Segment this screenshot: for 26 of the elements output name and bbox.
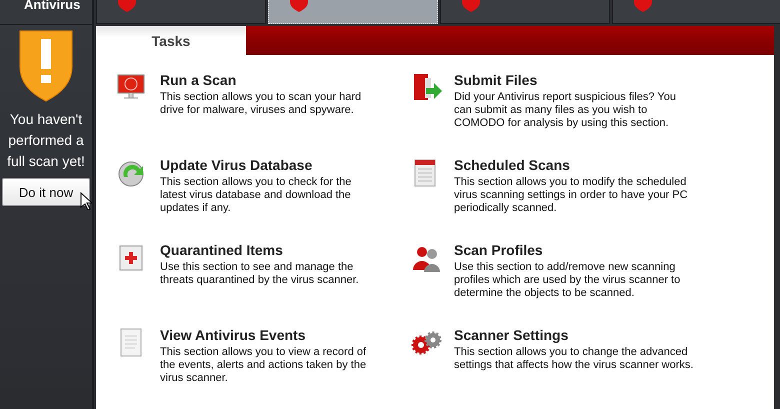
task-description: This section allows you to check for the latest virus database and download the updates if any. bbox=[160, 176, 352, 215]
task-description: Use this section to see and manage the threats quarantined by the virus scanner. bbox=[160, 261, 360, 287]
task-description: Did your Antivirus report suspicious files? You can submit as many files as you wish to COMODO for analysis by using this section. bbox=[454, 91, 677, 130]
shield-icon bbox=[461, 0, 481, 12]
shield-icon bbox=[117, 0, 137, 12]
task-link[interactable]: Submit Files bbox=[454, 72, 694, 88]
nav-tab[interactable] bbox=[612, 0, 780, 24]
task-link[interactable]: Scheduled Scans bbox=[454, 157, 694, 173]
task-link[interactable]: Run a Scan bbox=[160, 72, 375, 88]
mouse-cursor-icon bbox=[80, 192, 92, 210]
task-description: This section allows you to modify the scheduled virus scanning settings in order to have your PC periodically scanned. bbox=[454, 176, 689, 215]
shield-icon bbox=[289, 0, 309, 12]
scan-warning-text: You haven't performed a full scan yet! bbox=[6, 110, 86, 171]
task-link[interactable]: View Antivirus Events bbox=[160, 327, 375, 343]
task-link[interactable]: Scan Profiles bbox=[454, 242, 694, 258]
task-link[interactable]: Quarantined Items bbox=[160, 242, 375, 258]
shield-icon bbox=[633, 0, 653, 12]
task-description: This section allows you to view a record of the events, alerts and actions taken by the virus scanner. bbox=[160, 346, 368, 385]
task-description: Use this section to add/remove new scanning profiles which are used by the virus scanner to determine the objects to be scanned. bbox=[454, 261, 682, 300]
do-it-now-button[interactable]: Do it now bbox=[2, 178, 90, 206]
task-link[interactable]: Update Virus Database bbox=[160, 157, 375, 173]
task-description: This section allows you to change the advanced settings that affects how the virus scanner works. bbox=[454, 346, 694, 372]
task-description: This section allows you to scan your hard drive for malware, viruses and spyware. bbox=[160, 91, 362, 117]
nav-tab[interactable] bbox=[440, 0, 610, 24]
nav-tab[interactable] bbox=[96, 0, 266, 24]
task-link[interactable]: Scanner Settings bbox=[454, 327, 694, 343]
